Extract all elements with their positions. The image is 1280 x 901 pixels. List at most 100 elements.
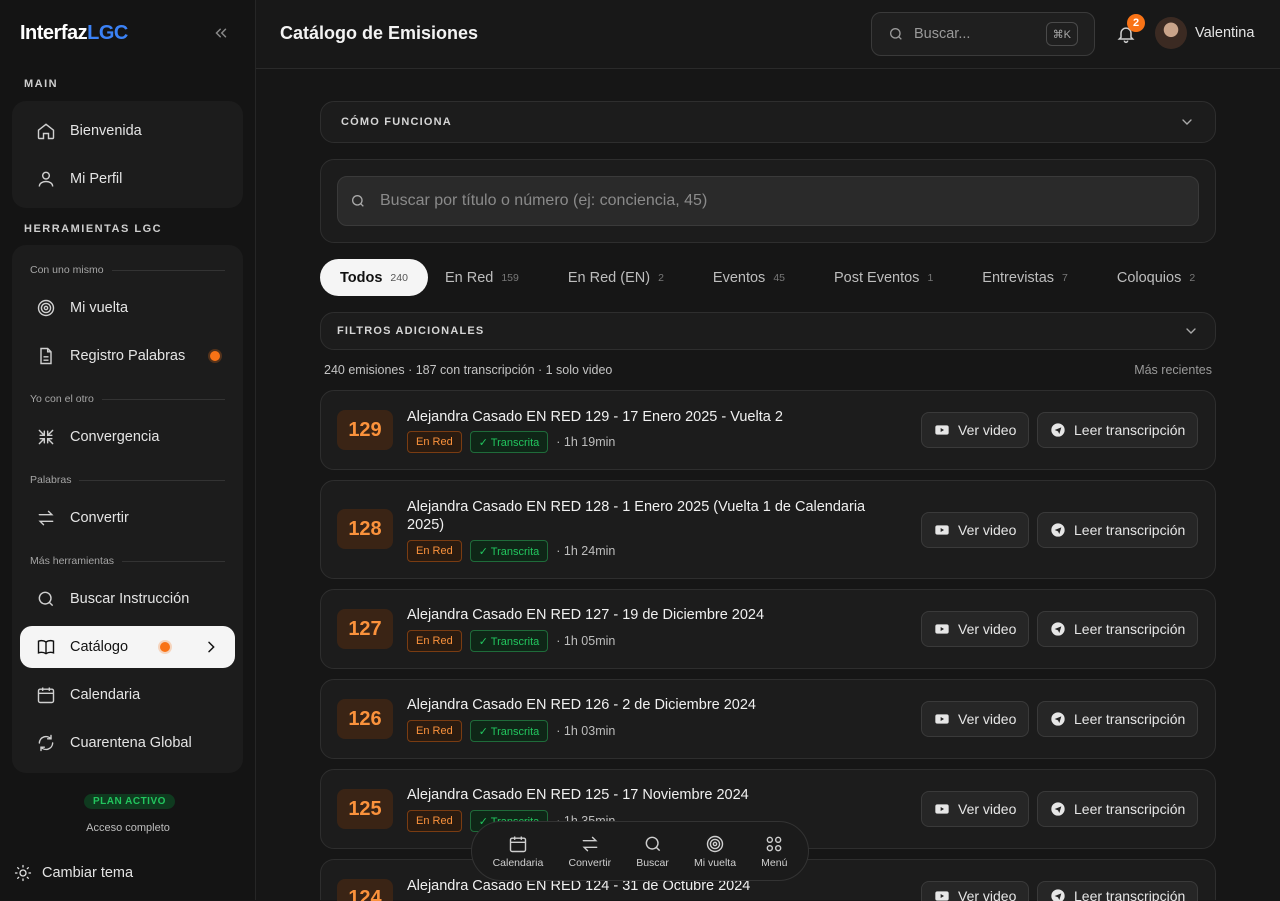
chevron-down-icon (1182, 119, 1192, 125)
tab-count: 1 (927, 271, 934, 284)
document-icon (40, 347, 52, 365)
nav-calendaria[interactable]: Calendaria (20, 674, 235, 716)
converge-icon (38, 429, 54, 445)
watch-video-button[interactable]: Ver video (921, 791, 1030, 827)
section-main-label: MAIN (24, 78, 59, 90)
video-icon (935, 624, 949, 634)
read-transcript-button[interactable]: Leer transcripción (1037, 611, 1199, 647)
how-it-works-accordion[interactable]: CÓMO FUNCIONA (320, 101, 1216, 143)
nav-cuarentena-global[interactable]: Cuarentena Global (20, 722, 235, 764)
tab-entrevistas[interactable]: Entrevistas 7 (962, 259, 1088, 296)
bottom-nav-calendaria[interactable]: Calendaria (492, 834, 544, 869)
sort-selector[interactable]: Más recientes (1134, 363, 1212, 377)
sidebar: InterfazLGC MAIN Bienvenida Mi Perfil HE… (0, 0, 256, 900)
new-indicator-dot (160, 642, 170, 652)
watch-video-button[interactable]: Ver video (921, 701, 1030, 737)
collapse-sidebar-icon[interactable] (212, 24, 230, 42)
nav-label: Mi vuelta (70, 300, 129, 316)
tab-todos[interactable]: Todos 240 (320, 259, 428, 296)
tab-label: En Red (EN) (567, 269, 651, 286)
book-icon (37, 639, 55, 655)
bottom-nav-menu[interactable]: Menú (761, 834, 787, 869)
tab-eventos[interactable]: Eventos 45 (693, 259, 805, 296)
video-icon (935, 714, 949, 724)
category-badge: En Red (407, 431, 462, 453)
bottom-nav-label: Calendaria (492, 856, 544, 869)
sun-icon (14, 864, 32, 882)
read-transcript-button[interactable]: Leer transcripción (1037, 512, 1199, 548)
tab-coloquios[interactable]: Coloquios 2 (1097, 259, 1201, 296)
send-icon (1051, 802, 1065, 816)
duration: · 1h 24min (556, 544, 616, 558)
nav-label: Cuarentena Global (70, 735, 192, 751)
watch-video-button[interactable]: Ver video (921, 412, 1030, 448)
nav-convertir[interactable]: Convertir (20, 497, 235, 539)
section-tools-label: HERRAMIENTAS LGC (24, 223, 163, 235)
nav-bienvenida[interactable]: Bienvenida (20, 110, 235, 152)
watch-video-button[interactable]: Ver video (921, 881, 1030, 901)
tab-en-red-en[interactable]: En Red (EN) 2 (548, 259, 684, 296)
tab-en-red[interactable]: En Red 159 (437, 259, 539, 296)
search-icon (38, 591, 54, 607)
user-name[interactable]: Valentina (1195, 25, 1254, 41)
nav-registro-palabras[interactable]: Registro Palabras (20, 335, 235, 377)
tab-post-eventos[interactable]: Post Eventos 1 (814, 259, 953, 296)
nav-mi-vuelta[interactable]: Mi vuelta (20, 287, 235, 329)
tab-label: Post Eventos (834, 269, 920, 286)
tab-count: 2 (1189, 271, 1196, 284)
read-transcript-button[interactable]: Leer transcripción (1037, 701, 1199, 737)
bottom-nav-label: Buscar (636, 856, 669, 869)
episode-card[interactable]: 129 Alejandra Casado EN RED 129 - 17 Ene… (320, 390, 1216, 470)
nav-mi-perfil[interactable]: Mi Perfil (20, 158, 235, 200)
video-icon (935, 804, 949, 814)
avatar[interactable] (1155, 17, 1187, 49)
tab-label: En Red (444, 269, 494, 286)
spiral-icon (706, 835, 724, 852)
button-label: Leer transcripción (1074, 711, 1186, 727)
theme-toggle[interactable]: Cambiar tema (14, 864, 133, 882)
top-bar: Catálogo de Emisiones Buscar... ⌘K 2 Val… (256, 0, 1280, 69)
category-tabs: Todos 240 En Red 159 En Red (EN) 2 Eventos 4… (320, 259, 1201, 296)
watch-video-button[interactable]: Ver video (921, 611, 1030, 647)
read-transcript-button[interactable]: Leer transcripción (1037, 881, 1199, 901)
read-transcript-button[interactable]: Leer transcripción (1037, 412, 1199, 448)
nav-convergencia[interactable]: Convergencia (20, 416, 235, 458)
episode-title: Alejandra Casado EN RED 128 - 1 Enero 20… (407, 499, 866, 533)
tab-count: 7 (1062, 271, 1068, 284)
bottom-nav-buscar[interactable]: Buscar (636, 834, 669, 869)
subsection-con-uno-mismo: Con uno mismo (30, 264, 225, 276)
subsection-yo-con-el-otro: Yo con el otro (30, 393, 225, 405)
notification-badge: 2 (1127, 14, 1145, 32)
nav-buscar-instruccion[interactable]: Buscar Instrucción (20, 578, 235, 620)
bottom-nav-mi-vuelta[interactable]: Mi vuelta (694, 834, 736, 869)
chevron-right-icon (208, 641, 215, 653)
send-icon (1051, 523, 1065, 537)
global-search-placeholder: Buscar... (914, 26, 971, 42)
category-badge: En Red (407, 630, 462, 652)
episode-card[interactable]: 127 Alejandra Casado EN RED 127 - 19 de … (320, 589, 1216, 669)
nav-label: Mi Perfil (70, 171, 123, 187)
subsection-label: Más herramientas (30, 555, 115, 567)
watch-video-button[interactable]: Ver video (921, 512, 1030, 548)
filters-accordion[interactable]: FILTROS ADICIONALES (320, 312, 1216, 350)
global-search[interactable]: Buscar... ⌘K (871, 12, 1095, 56)
button-label: Ver video (958, 711, 1017, 727)
bottom-nav-label: Convertir (568, 856, 612, 869)
tab-label: Entrevistas (982, 269, 1055, 286)
episode-card[interactable]: 128 Alejandra Casado EN RED 128 - 1 Ener… (320, 480, 1216, 579)
read-transcript-button[interactable]: Leer transcripción (1037, 791, 1199, 827)
subsection-label: Yo con el otro (30, 393, 94, 405)
search-icon (890, 28, 902, 40)
episode-card[interactable]: 126 Alejandra Casado EN RED 126 - 2 de D… (320, 679, 1216, 759)
catalog-search-input[interactable]: Buscar por título o número (ej: concienc… (337, 176, 1199, 226)
search-icon (645, 836, 660, 851)
brand-logo[interactable]: InterfazLGC (20, 22, 128, 45)
user-icon (38, 171, 54, 187)
button-label: Ver video (958, 801, 1017, 817)
tab-label: Todos (340, 269, 383, 286)
bottom-nav-label: Menú (761, 856, 788, 869)
tab-count: 45 (773, 271, 785, 284)
bottom-nav-convertir[interactable]: Convertir (568, 834, 611, 869)
episode-number: 125 (337, 789, 393, 829)
transcribed-badge: ✓ Transcrita (469, 720, 549, 742)
